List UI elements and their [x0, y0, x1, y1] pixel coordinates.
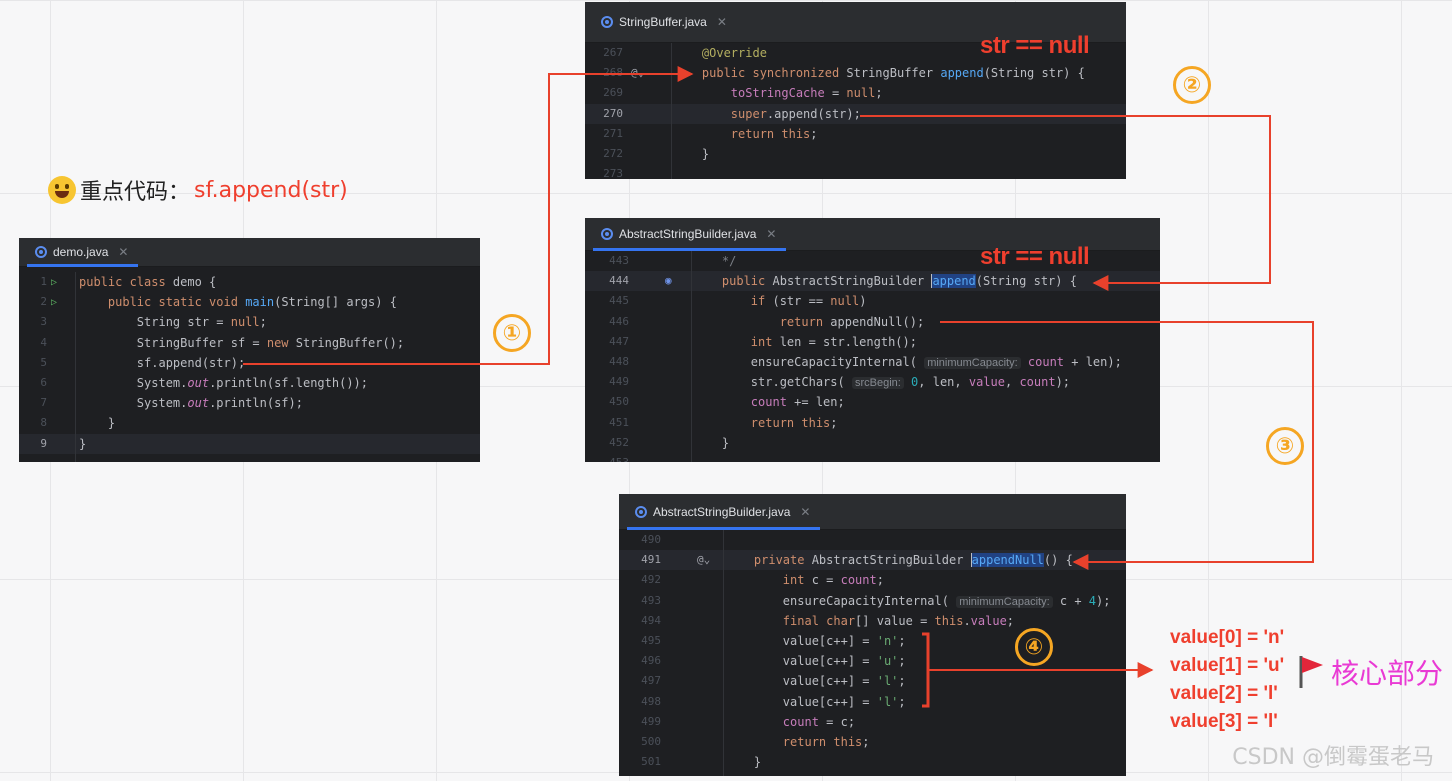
arrow-step-3 [940, 321, 1314, 570]
arrow-step-1 [243, 66, 694, 365]
core-part-label: 核心部分 [1297, 652, 1443, 692]
value-assignments: value[0] = 'n' value[1] = 'u' value[2] =… [1170, 624, 1284, 736]
value-2: value[2] = 'l' [1170, 683, 1278, 704]
value-0: value[0] = 'n' [1170, 627, 1285, 648]
core-part-text: 核心部分 [1331, 657, 1444, 690]
red-flag-icon [1299, 656, 1323, 688]
value-3: value[3] = 'l' [1170, 711, 1278, 732]
step-3-badge: ③ [1266, 427, 1304, 465]
watermark: CSDN @倒霉蛋老马 [1232, 745, 1434, 770]
null-note-stringbuffer: str == null [980, 32, 1090, 59]
bracket-null-chars [922, 632, 930, 708]
step-2-badge: ② [1173, 66, 1211, 104]
value-1: value[1] = 'u' [1170, 655, 1285, 676]
step-1-badge: ① [493, 314, 531, 352]
null-note-abstractstringbuilder: str == null [980, 243, 1090, 270]
step-4-badge: ④ [1015, 628, 1053, 666]
